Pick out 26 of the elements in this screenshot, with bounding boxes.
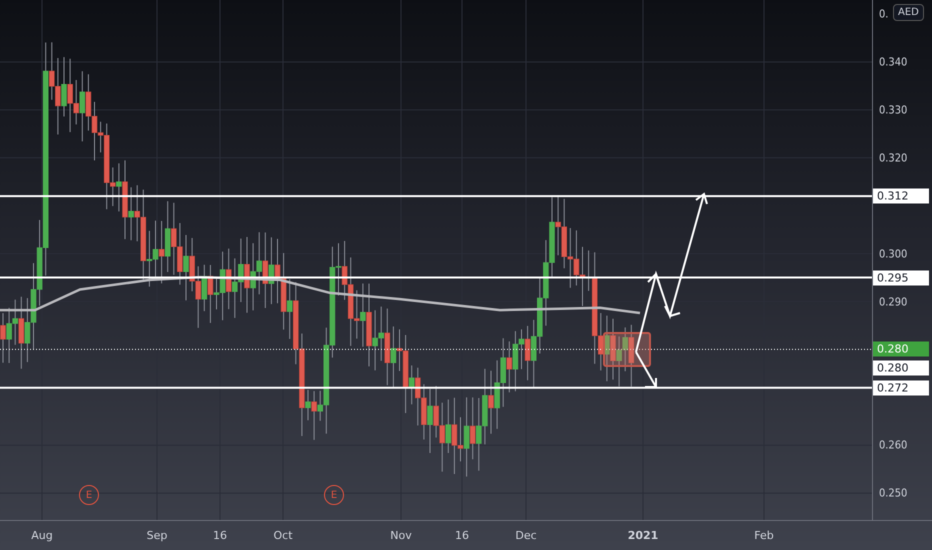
event-marker[interactable]: E: [79, 485, 99, 505]
price-tick: 0.300: [879, 247, 908, 260]
price-label: 0.272: [873, 380, 929, 396]
price-label: 0.295: [873, 270, 929, 286]
time-label: Nov: [390, 529, 412, 542]
price-label: 0.280: [873, 342, 929, 357]
price-tick: 0.320: [879, 151, 908, 164]
time-label: Dec: [515, 529, 537, 542]
rectangle-marker: [603, 332, 651, 367]
time-label: Sep: [146, 529, 168, 542]
time-label: 16: [213, 529, 227, 542]
event-marker[interactable]: E: [324, 485, 344, 505]
price-tick: 0.330: [879, 103, 908, 116]
currency-button[interactable]: AED: [893, 4, 924, 21]
price-label: 0.312: [873, 188, 929, 204]
time-label: 16: [455, 529, 469, 542]
time-label: Feb: [754, 529, 774, 542]
time-label: Aug: [31, 529, 53, 542]
price-tick: 0.340: [879, 56, 908, 68]
price-label: 0.280: [873, 360, 929, 376]
time-label: 2021: [628, 529, 658, 542]
price-tick: 0.: [879, 8, 888, 20]
price-tick: 0.290: [879, 295, 908, 308]
price-tick: 0.250: [879, 486, 908, 500]
time-label: Oct: [273, 529, 293, 542]
price-tick: 0.260: [879, 438, 908, 452]
